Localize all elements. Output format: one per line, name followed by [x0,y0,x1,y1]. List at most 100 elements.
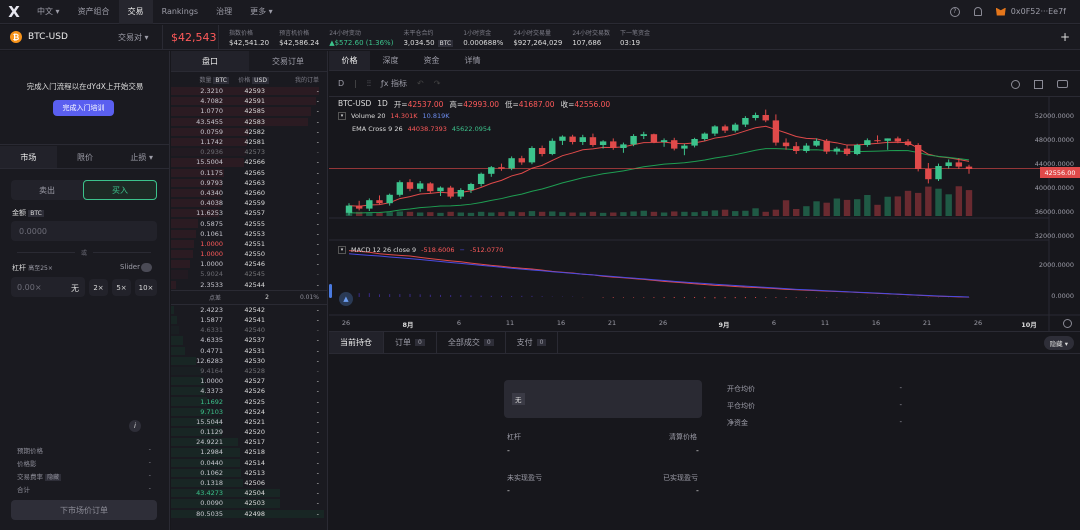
orderbook-row[interactable]: 4.6331 42540 - [171,325,327,335]
leverage-2x-button[interactable]: 2× [89,279,108,296]
help-icon[interactable]: ? [949,6,960,17]
tab-payments[interactable]: 支付 0 [506,332,559,353]
leverage-5x-button[interactable]: 5× [112,279,131,296]
orderbook-row[interactable]: 43.4273 42504 - [171,488,327,498]
orderbook-row[interactable]: 1.2984 42518 - [171,447,327,457]
orderbook-row[interactable]: 1.0000 42551 - [171,239,327,249]
tab-stop[interactable]: 止损 ▾ [113,146,170,168]
orderbook-row[interactable]: 2.4223 42542 - [171,305,327,315]
orderbook-row[interactable]: 80.5035 42498 - [171,509,327,519]
orderbook-row[interactable]: 15.5004 42566 - [171,157,327,167]
wallet-button[interactable]: 0x0F52···Ee7f [995,7,1066,16]
tab-orderbook[interactable]: 盘口 [171,51,249,71]
nav-item-governance[interactable]: 治理 [207,0,241,24]
tab-trades[interactable]: 交易订单 [249,51,327,71]
orderbook-row[interactable]: 0.0090 42503 - [171,498,327,508]
buy-button[interactable]: 买入 [83,180,157,200]
y-axis-label: 52000.0000 [1034,112,1074,120]
orderbook-row[interactable]: 1.0770 42585 - [171,106,327,116]
ohlc-open: 开=42537.00 [394,99,444,110]
fee-tag[interactable]: 隐藏 [45,474,62,481]
orderbook-row[interactable]: 11.6253 42557 - [171,208,327,218]
orderbook-row[interactable]: 1.0000 42546 - [171,259,327,269]
orderbook-row[interactable]: 0.9793 42563 - [171,178,327,188]
amount-input[interactable]: 0.0000 [11,221,157,241]
candle-body [894,138,902,142]
leverage-input[interactable]: 0.00× 无 [11,277,85,297]
orderbook-row[interactable]: 0.1175 42565 - [171,168,327,178]
tab-market[interactable]: 市场 [0,146,57,168]
volume-bar [538,211,546,216]
orderbook-row[interactable]: 1.1742 42581 - [171,137,327,147]
onboarding-button[interactable]: 完成入门培训 [53,100,114,116]
price-chart[interactable] [329,51,1080,331]
pair-selector[interactable]: 交易对 ▾ [118,32,162,43]
candle-body [742,118,749,125]
orderbook-row[interactable]: 0.4340 42560 - [171,188,327,198]
leverage-10x-button[interactable]: 10× [135,279,157,296]
orderbook-row[interactable]: 1.0000 42550 - [171,249,327,259]
language-select[interactable]: 中文 ▾ [28,0,69,24]
orderbook-row[interactable]: 0.5875 42555 - [171,218,327,228]
orderbook-row[interactable]: 0.4771 42531 - [171,346,327,356]
tab-fills[interactable]: 全部成交 0 [437,332,506,353]
orderbook-row[interactable]: 1.5877 42541 - [171,315,327,325]
orderbook-row[interactable]: 24.9221 42517 - [171,437,327,447]
orderbook-row[interactable]: 9.4164 42528 - [171,366,327,376]
orderbook-row[interactable]: 0.1129 42520 - [171,427,327,437]
macd-line [348,250,970,298]
orderbook-row[interactable]: 4.6335 42537 - [171,335,327,345]
tab-orders[interactable]: 订单 0 [384,332,437,353]
orderbook-row[interactable]: 0.1062 42513 - [171,468,327,478]
orderbook-row[interactable]: 4.7082 42591 - [171,96,327,106]
volume-bar [965,190,973,216]
orderbook-row[interactable]: 15.5044 42521 - [171,417,327,427]
place-market-order-button[interactable]: 下市场价订单 [11,500,157,520]
orderbook-row[interactable]: 0.0759 42582 - [171,127,327,137]
orderbook-row[interactable]: 0.2936 42573 - [171,147,327,157]
orderbook-row[interactable]: 1.0000 42527 - [171,376,327,386]
orderbook-row[interactable]: 4.3373 42526 - [171,386,327,396]
chart-settings-icon[interactable] [1063,319,1072,328]
orderbook-row[interactable]: 0.1061 42553 - [171,229,327,239]
nav-item-more[interactable]: 更多 ▾ [241,0,282,24]
x-axis-label: 21 [607,319,617,327]
row-price: 42531 [244,346,265,355]
sell-button[interactable]: 卖出 [11,180,83,200]
nav-item-trade[interactable]: 交易 [118,0,153,24]
orderbook-row[interactable]: 43.5455 42583 - [171,117,327,127]
info-icon[interactable]: i [129,420,141,432]
orderbook-row[interactable]: 1.1692 42525 - [171,396,327,406]
row-size: 1.5877 [200,316,223,325]
tab-positions[interactable]: 当前持仓 [329,332,384,353]
orderbook-row[interactable]: 2.3210 42593 - [171,86,327,96]
ohlc-high-value: 42993.00 [463,100,499,109]
orderbook-row[interactable]: 2.3533 42544 - [171,280,327,290]
size-tag: BTC [213,76,229,84]
orderbook-row[interactable]: 5.9024 42545 - [171,269,327,279]
add-market-icon[interactable]: + [1060,30,1070,44]
nav-item-rankings[interactable]: Rankings [153,0,208,24]
nav-menu: 中文 ▾ 资产组合 交易 Rankings 治理 更多 ▾ [28,0,282,24]
orderbook-row[interactable]: 0.1318 42506 - [171,478,327,488]
hide-dropdown[interactable]: 隐藏 ▾ [1043,336,1074,350]
tradingview-logo-icon[interactable]: ▲ [339,292,353,306]
scroll-handle[interactable] [329,284,332,298]
stat-value-text: 03:19 [619,38,641,47]
volume-bar [803,206,810,216]
orderbook-row[interactable]: 0.4038 42559 - [171,198,327,208]
row-price: 42513 [244,468,265,477]
volume-bar [640,210,647,216]
orderbook-row[interactable]: 0.0440 42514 - [171,458,327,468]
slider-toggle[interactable] [141,263,152,272]
tab-limit[interactable]: 限价 [57,146,114,168]
tab-label: 订单 [395,338,411,347]
nav-item-portfolio[interactable]: 资产组合 [69,0,119,24]
orderbook-row[interactable]: 9.7103 42524 - [171,407,327,417]
row-mine: - [316,148,319,157]
collapse-icon[interactable]: ▾ [338,112,346,120]
orderbook-row[interactable]: 12.6283 42530 - [171,356,327,366]
dydx-logo[interactable]: X [0,3,28,21]
bell-icon[interactable] [973,7,982,16]
collapse-icon[interactable]: ▾ [338,246,346,254]
